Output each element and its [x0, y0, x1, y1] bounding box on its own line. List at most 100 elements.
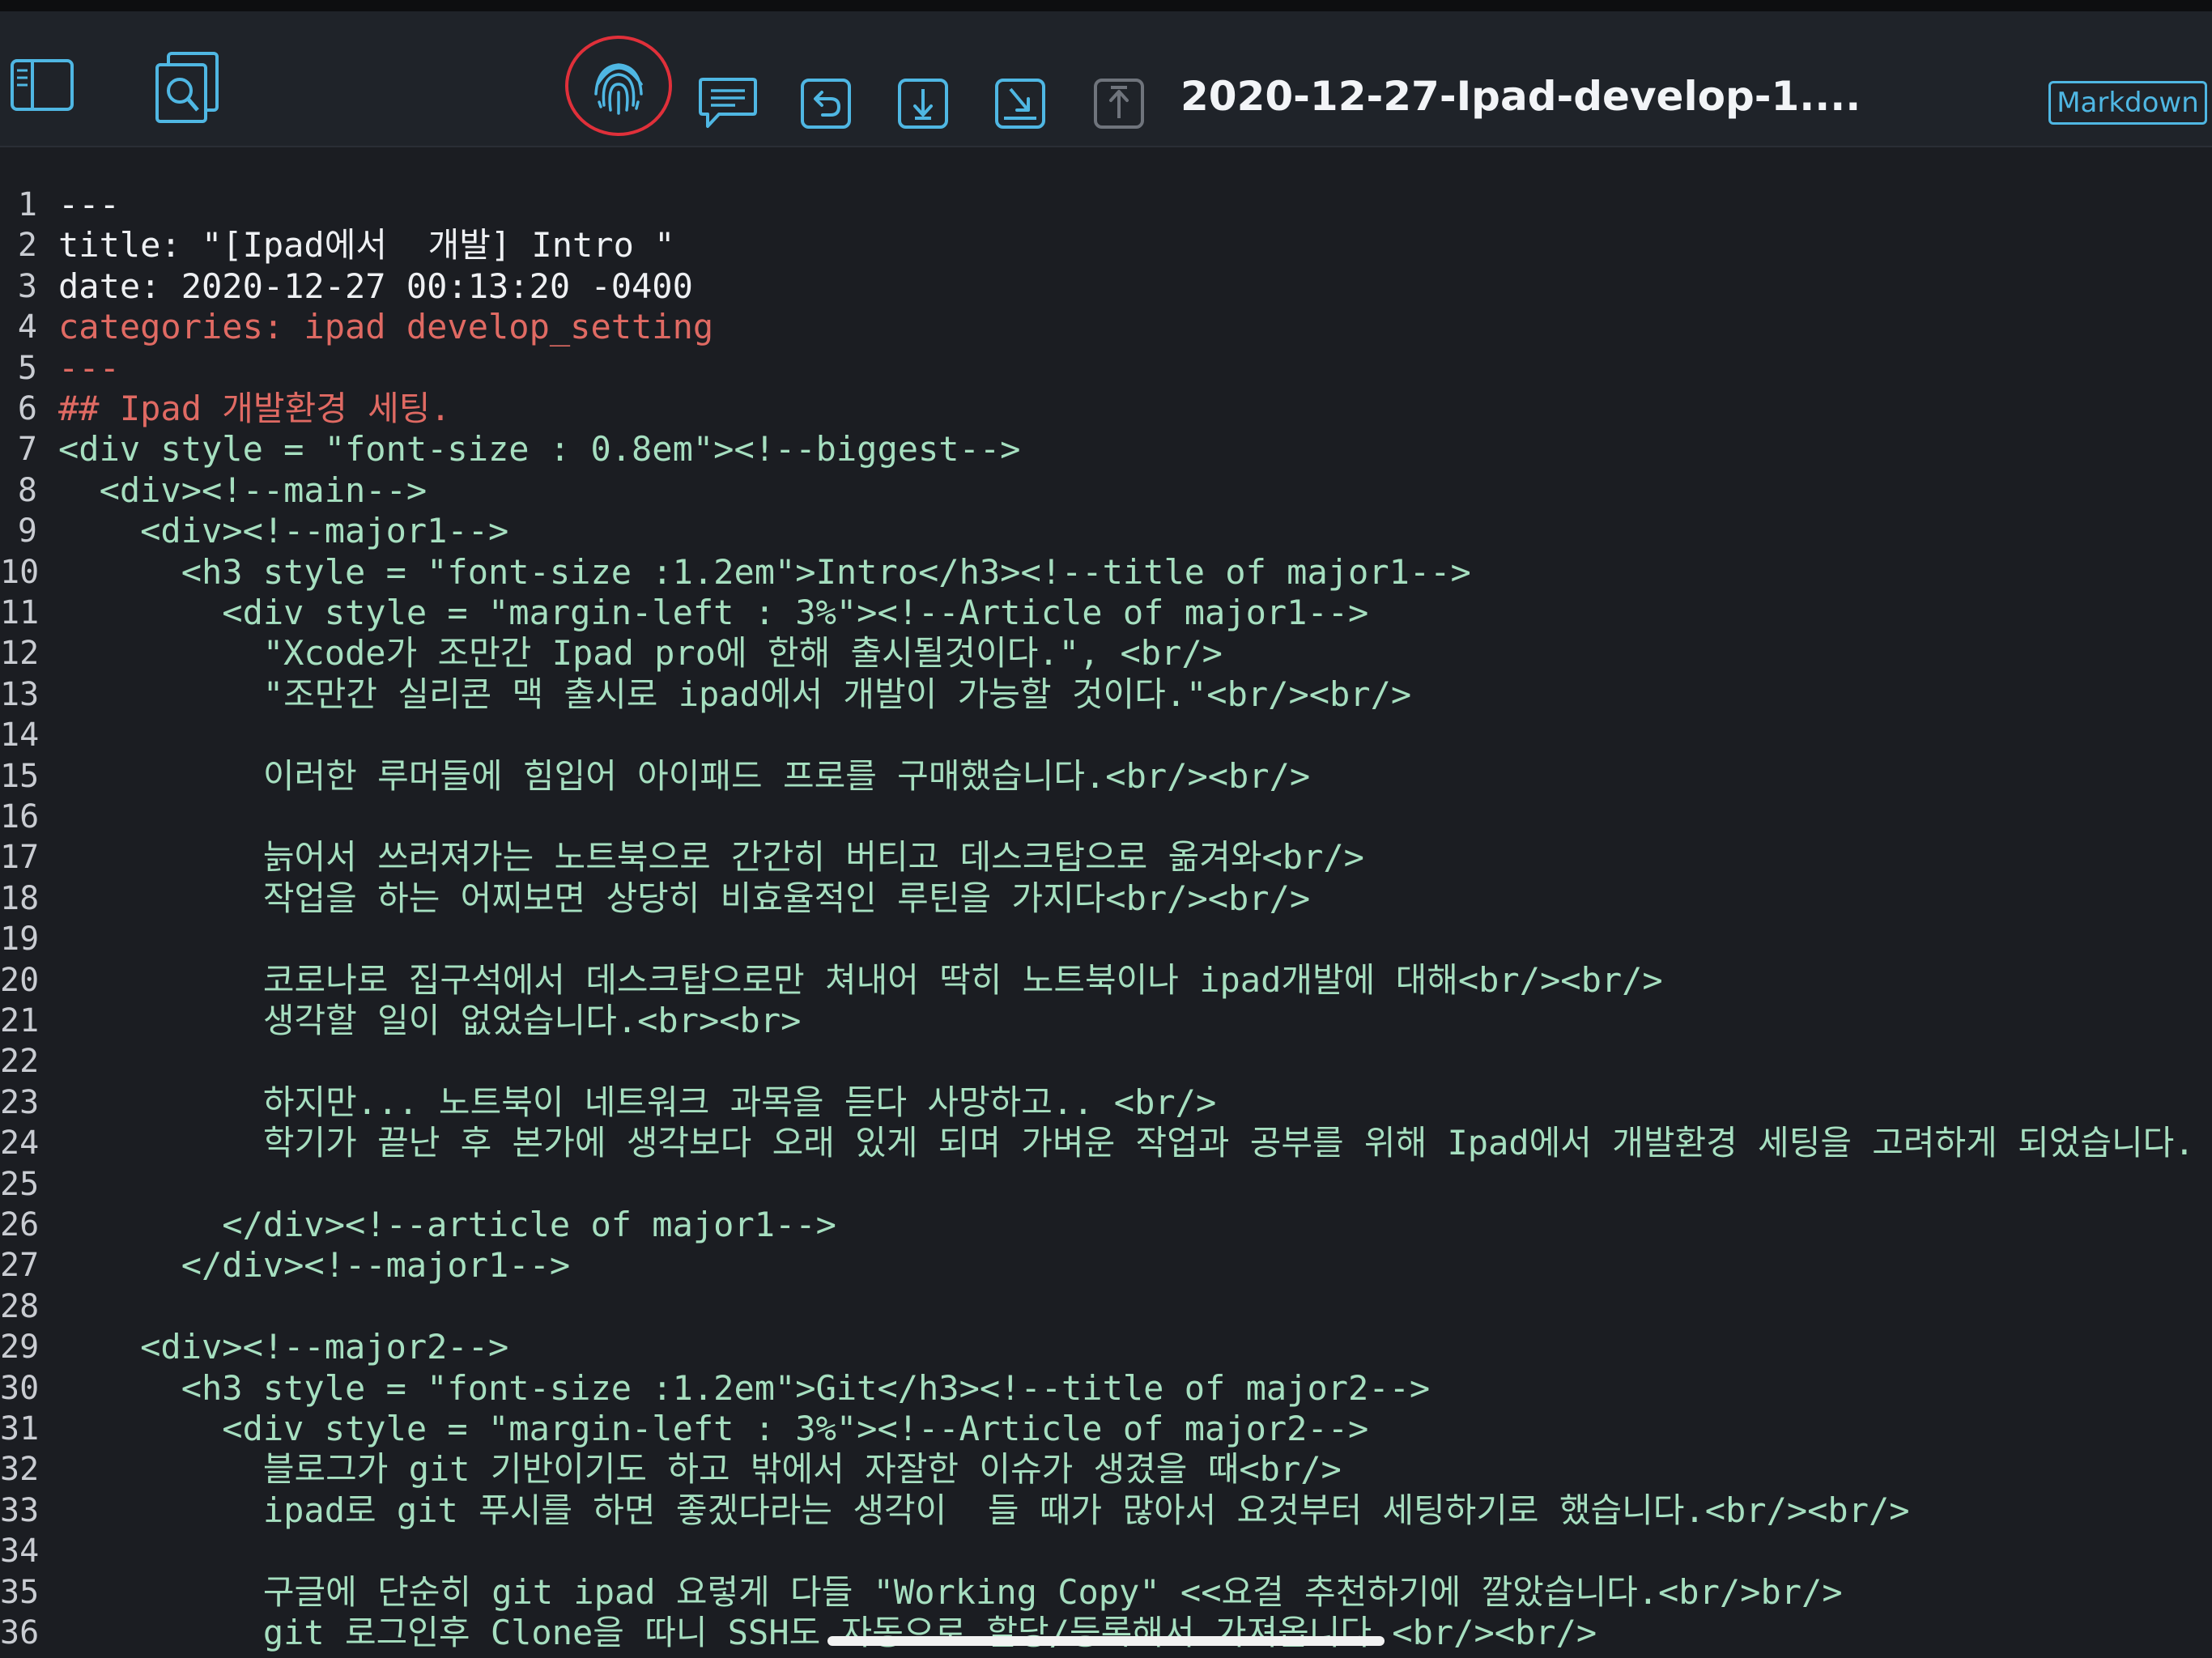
line-number: 32: [0, 1451, 40, 1489]
code-line[interactable]: 16: [0, 797, 2212, 837]
code-line[interactable]: 28: [0, 1286, 2212, 1327]
line-number: 28: [0, 1287, 40, 1325]
code-line[interactable]: 1 ---: [0, 185, 2212, 225]
code-line[interactable]: 36 git 로그인후 Clone을 따니 SSH도 자동으로 할당/등록해서 …: [0, 1613, 2212, 1653]
code-text[interactable]: date: 2020-12-27 00:13:20 -0400: [58, 266, 693, 307]
code-line[interactable]: 8 <div><!--main-->: [0, 470, 2212, 511]
code-text[interactable]: <div><!--major2-->: [58, 1327, 508, 1367]
syntax-mode-button[interactable]: Markdown: [2048, 81, 2207, 125]
code-line[interactable]: 14: [0, 715, 2212, 755]
download-icon[interactable]: [897, 78, 949, 130]
code-line[interactable]: 34: [0, 1531, 2212, 1571]
line-number: 36: [0, 1614, 40, 1652]
line-number: 13: [0, 675, 40, 713]
code-line[interactable]: 17 늙어서 쓰러져가는 노트북으로 간간히 버티고 데스크탑으로 옮겨와<br…: [0, 837, 2212, 878]
code-text[interactable]: </div><!--article of major1-->: [58, 1205, 836, 1245]
line-number: 5: [17, 349, 37, 387]
code-text[interactable]: "Xcode가 조만간 Ipad pro에 한해 출시될것이다.", <br/>: [58, 633, 1223, 674]
code-text[interactable]: 하지만... 노트북이 네트워크 과목을 듣다 사망하고.. <br/>: [58, 1082, 1216, 1123]
code-line[interactable]: 29 <div><!--major2-->: [0, 1327, 2212, 1367]
code-text[interactable]: ---: [58, 348, 120, 389]
comment-icon[interactable]: [698, 76, 758, 130]
line-number: 7: [17, 431, 37, 469]
line-number: 6: [17, 390, 37, 427]
code-line[interactable]: 22: [0, 1041, 2212, 1082]
line-number: 30: [0, 1369, 40, 1407]
code-text[interactable]: ipad로 git 푸시를 하면 좋겠다라는 생각이 들 때가 많아서 요것부터…: [58, 1490, 1910, 1531]
line-number: 14: [0, 716, 40, 755]
undo-icon[interactable]: [800, 78, 852, 130]
code-text[interactable]: <div><!--major1-->: [58, 511, 508, 551]
code-line[interactable]: 18 작업을 하는 어찌보면 상당히 비효율적인 루틴을 가지다<br/><br…: [0, 878, 2212, 919]
code-text[interactable]: <div style = "margin-left : 3%"><!--Arti…: [58, 1409, 1368, 1449]
code-line[interactable]: 31 <div style = "margin-left : 3%"><!--A…: [0, 1409, 2212, 1449]
save-to-device-icon[interactable]: [994, 78, 1046, 130]
code-line[interactable]: 30 <h3 style = "font-size :1.2em">Git</h…: [0, 1368, 2212, 1409]
code-line[interactable]: 19: [0, 919, 2212, 959]
code-text[interactable]: 구글에 단순히 git ipad 요렇게 다들 "Working Copy" <…: [58, 1572, 1843, 1613]
sidebar-toggle-icon[interactable]: [10, 58, 74, 112]
highlight-circle: [565, 36, 672, 136]
code-text[interactable]: 블로그가 git 기반이기도 하고 밖에서 자잘한 이슈가 생겼을 때<br/>: [58, 1449, 1342, 1490]
code-text[interactable]: "조만간 실리콘 맥 출시로 ipad에서 개발이 가능할 것이다."<br/>…: [58, 674, 1411, 715]
code-text[interactable]: </div><!--major1-->: [58, 1245, 570, 1286]
code-line[interactable]: 12 "Xcode가 조만간 Ipad pro에 한해 출시될것이다.", <b…: [0, 633, 2212, 674]
code-text[interactable]: categories: ipad develop_setting: [58, 307, 713, 347]
code-text[interactable]: <h3 style = "font-size :1.2em">Intro</h3…: [58, 552, 1471, 593]
fingerprint-icon[interactable]: [562, 34, 675, 138]
code-text[interactable]: title: "[Ipad에서 개발] Intro ": [58, 225, 674, 266]
home-indicator[interactable]: [827, 1636, 1385, 1646]
code-text[interactable]: <div><!--main-->: [58, 470, 428, 511]
code-line[interactable]: 24 학기가 끝난 후 본가에 생각보다 오래 있게 되며 가벼운 작업과 공부…: [0, 1123, 2212, 1163]
code-line[interactable]: 5 ---: [0, 348, 2212, 389]
code-text[interactable]: 코로나로 집구석에서 데스크탑으로만 쳐내어 딱히 노트북이나 ipad개발에 …: [58, 960, 1663, 1001]
document-search-icon[interactable]: [154, 50, 220, 123]
upload-icon[interactable]: [1093, 78, 1145, 130]
code-line[interactable]: 13 "조만간 실리콘 맥 출시로 ipad에서 개발이 가능할 것이다."<b…: [0, 674, 2212, 715]
line-number: 18: [0, 879, 40, 917]
code-text[interactable]: ## Ipad 개발환경 세팅.: [58, 389, 451, 429]
code-line[interactable]: 21 생각할 일이 없었습니다.<br><br>: [0, 1001, 2212, 1041]
code-line[interactable]: 3 date: 2020-12-27 00:13:20 -0400: [0, 266, 2212, 307]
code-line[interactable]: 10 <h3 style = "font-size :1.2em">Intro<…: [0, 552, 2212, 593]
code-text[interactable]: 이러한 루머들에 힘입어 아이패드 프로를 구매했습니다.<br/><br/>: [58, 756, 1310, 797]
line-number: 23: [0, 1083, 40, 1121]
line-number: 19: [0, 920, 40, 959]
code-text[interactable]: <div style = "margin-left : 3%"><!--Arti…: [58, 593, 1368, 633]
status-bar: [0, 0, 2212, 11]
code-text[interactable]: 작업을 하는 어찌보면 상당히 비효율적인 루틴을 가지다<br/><br/>: [58, 878, 1310, 919]
code-text[interactable]: <h3 style = "font-size :1.2em">Git</h3><…: [58, 1368, 1430, 1409]
code-text[interactable]: ---: [58, 185, 120, 225]
code-line[interactable]: 23 하지만... 노트북이 네트워크 과목을 듣다 사망하고.. <br/>: [0, 1082, 2212, 1123]
line-number: 27: [0, 1247, 40, 1285]
code-line[interactable]: 32 블로그가 git 기반이기도 하고 밖에서 자잘한 이슈가 생겼을 때<b…: [0, 1449, 2212, 1490]
code-line[interactable]: 4 categories: ipad develop_setting: [0, 307, 2212, 347]
code-line[interactable]: 7 <div style = "font-size : 0.8em"><!--bi…: [0, 429, 2212, 470]
code-text[interactable]: 생각할 일이 없었습니다.<br><br>: [58, 1001, 802, 1041]
code-line[interactable]: 20 코로나로 집구석에서 데스크탑으로만 쳐내어 딱히 노트북이나 ipad개…: [0, 960, 2212, 1001]
code-editor[interactable]: 1 --- 2 title: "[Ipad에서 개발] Intro " 3 date: 2…: [0, 147, 2212, 1658]
code-line[interactable]: 15 이러한 루머들에 힘입어 아이패드 프로를 구매했습니다.<br/><br…: [0, 756, 2212, 797]
code-text[interactable]: git 로그인후 Clone을 따니 SSH도 자동으로 할당/등록해서 가져옵…: [58, 1613, 1597, 1653]
code-text[interactable]: <div style = "font-size : 0.8em"><!--big…: [58, 429, 1020, 470]
line-number: 15: [0, 757, 40, 795]
file-title[interactable]: 2020-12-27-Ipad-develop-1....: [1180, 73, 1861, 120]
code-line[interactable]: 9 <div><!--major1-->: [0, 511, 2212, 551]
code-line[interactable]: 35 구글에 단순히 git ipad 요렇게 다들 "Working Copy…: [0, 1572, 2212, 1613]
code-line[interactable]: 27 </div><!--major1-->: [0, 1245, 2212, 1286]
line-number: 2: [17, 227, 37, 265]
line-number: 20: [0, 961, 40, 999]
code-line[interactable]: 11 <div style = "margin-left : 3%"><!--A…: [0, 593, 2212, 633]
code-text[interactable]: 늙어서 쓰러져가는 노트북으로 간간히 버티고 데스크탑으로 옮겨와<br/>: [58, 837, 1364, 878]
line-number: 35: [0, 1573, 40, 1611]
line-number: 16: [0, 798, 40, 835]
line-number: 34: [0, 1533, 40, 1571]
line-number: 21: [0, 1002, 40, 1039]
code-text[interactable]: 학기가 끝난 후 본가에 생각보다 오래 있게 되며 가벼운 작업과 공부를 위…: [58, 1123, 2195, 1163]
code-line[interactable]: 26 </div><!--article of major1-->: [0, 1205, 2212, 1245]
code-line[interactable]: 6 ## Ipad 개발환경 세팅.: [0, 389, 2212, 429]
code-line[interactable]: 25: [0, 1164, 2212, 1205]
code-line[interactable]: 33 ipad로 git 푸시를 하면 좋겠다라는 생각이 들 때가 많아서 요…: [0, 1490, 2212, 1531]
line-number: 33: [0, 1491, 40, 1529]
code-line[interactable]: 2 title: "[Ipad에서 개발] Intro ": [0, 225, 2212, 266]
